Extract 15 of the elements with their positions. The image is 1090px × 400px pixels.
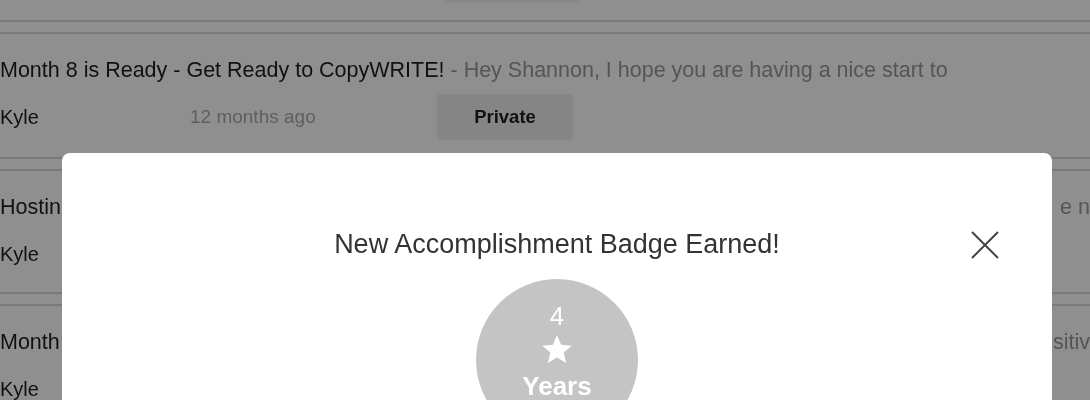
privacy-badge: Private: [437, 94, 573, 140]
message-title[interactable]: Month 8 is Ready - Get Ready to CopyWRITE!: [0, 58, 445, 83]
message-preview: sitiv: [1052, 330, 1090, 355]
star-icon: [541, 333, 573, 365]
dialog-title: New Accomplishment Badge Earned!: [334, 229, 780, 260]
message-preview: - Hey Shannon, I hope you are having a nice start to: [450, 58, 948, 83]
author-name: Kyle: [0, 242, 40, 266]
author-name: Kyle: [0, 377, 40, 400]
author-name: Kyle: [0, 105, 40, 129]
close-icon[interactable]: [970, 229, 1000, 260]
badge-label: Years: [522, 371, 592, 400]
message-title[interactable]: Month: [0, 330, 60, 355]
badge-number: 4: [549, 301, 565, 331]
message-title[interactable]: Hostin: [0, 195, 61, 220]
message-preview: e n: [1060, 195, 1090, 220]
